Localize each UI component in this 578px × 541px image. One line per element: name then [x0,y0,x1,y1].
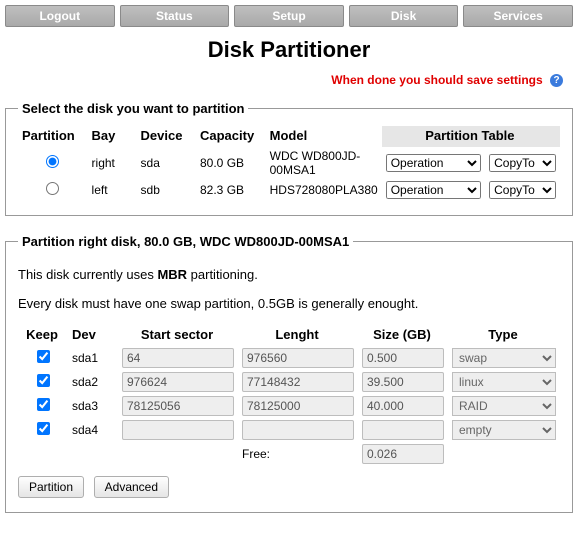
nav-logout[interactable]: Logout [5,5,115,27]
save-warning: When done you should save settings ? [5,73,563,87]
disk-dev: sdb [137,179,196,201]
hdr-model: Model [266,126,382,147]
disk-row: right sda 80.0 GB WDC WD800JD-00MSA1 Ope… [18,147,560,179]
type-select[interactable]: linux [452,372,556,392]
free-value [362,444,444,464]
type-select[interactable]: swap [452,348,556,368]
phdr-size: Size (GB) [358,325,448,346]
partition-panel: Partition right disk, 80.0 GB, WDC WD800… [5,234,573,513]
disk-cap: 80.0 GB [196,147,266,179]
start-input[interactable] [122,396,234,416]
part-dev: sda3 [68,394,118,418]
disk-bay: right [88,147,137,179]
nav-status[interactable]: Status [120,5,230,27]
type-select[interactable]: RAID [452,396,556,416]
hdr-partition-table: Partition Table [382,126,560,147]
hdr-bay: Bay [88,126,137,147]
hdr-partition: Partition [18,126,88,147]
hdr-device: Device [137,126,196,147]
warning-text: When done you should save settings [331,73,542,87]
disk-dev: sda [137,147,196,179]
nav-services[interactable]: Services [463,5,573,27]
keep-checkbox[interactable] [37,398,50,411]
mbr-note: This disk currently uses MBR partitionin… [18,267,560,282]
disk-table: Partition Bay Device Capacity Model Part… [18,126,560,201]
keep-checkbox[interactable] [37,350,50,363]
disk-select-panel: Select the disk you want to partition Pa… [5,101,573,216]
disk-copyto-select[interactable]: CopyTo [489,154,556,172]
start-input[interactable] [122,348,234,368]
help-icon[interactable]: ? [550,74,563,87]
top-nav: Logout Status Setup Disk Services [5,5,573,27]
partition-row: sda3 RAID [18,394,560,418]
swap-note: Every disk must have one swap partition,… [18,296,560,311]
page-title: Disk Partitioner [5,37,573,63]
disk-operation-select[interactable]: Operation [386,181,481,199]
keep-checkbox[interactable] [37,374,50,387]
keep-checkbox[interactable] [37,422,50,435]
nav-disk[interactable]: Disk [349,5,459,27]
phdr-start: Start sector [118,325,238,346]
disk-cap: 82.3 GB [196,179,266,201]
length-input[interactable] [242,348,354,368]
size-input[interactable] [362,396,444,416]
advanced-button[interactable]: Advanced [94,476,169,498]
part-dev: sda4 [68,418,118,442]
partition-legend: Partition right disk, 80.0 GB, WDC WD800… [18,234,353,249]
partition-table: Keep Dev Start sector Lenght Size (GB) T… [18,325,560,466]
disk-row: left sdb 82.3 GB HDS728080PLA380 Operati… [18,179,560,201]
nav-setup[interactable]: Setup [234,5,344,27]
phdr-len: Lenght [238,325,358,346]
length-input[interactable] [242,420,354,440]
disk-copyto-select[interactable]: CopyTo [489,181,556,199]
part-dev: sda2 [68,370,118,394]
disk-select-radio[interactable] [46,182,59,195]
length-input[interactable] [242,396,354,416]
type-select[interactable]: empty [452,420,556,440]
part-dev: sda1 [68,346,118,370]
size-input[interactable] [362,420,444,440]
partition-row: sda4 empty [18,418,560,442]
hdr-capacity: Capacity [196,126,266,147]
length-input[interactable] [242,372,354,392]
phdr-keep: Keep [18,325,68,346]
disk-operation-select[interactable]: Operation [386,154,481,172]
partition-row: sda1 swap [18,346,560,370]
start-input[interactable] [122,420,234,440]
free-label: Free: [238,442,358,466]
start-input[interactable] [122,372,234,392]
size-input[interactable] [362,372,444,392]
phdr-type: Type [448,325,560,346]
partition-button[interactable]: Partition [18,476,84,498]
disk-select-radio[interactable] [46,155,59,168]
partition-row: sda2 linux [18,370,560,394]
disk-model: WDC WD800JD-00MSA1 [266,147,382,179]
phdr-dev: Dev [68,325,118,346]
disk-bay: left [88,179,137,201]
disk-select-legend: Select the disk you want to partition [18,101,248,116]
disk-model: HDS728080PLA380 [266,179,382,201]
size-input[interactable] [362,348,444,368]
